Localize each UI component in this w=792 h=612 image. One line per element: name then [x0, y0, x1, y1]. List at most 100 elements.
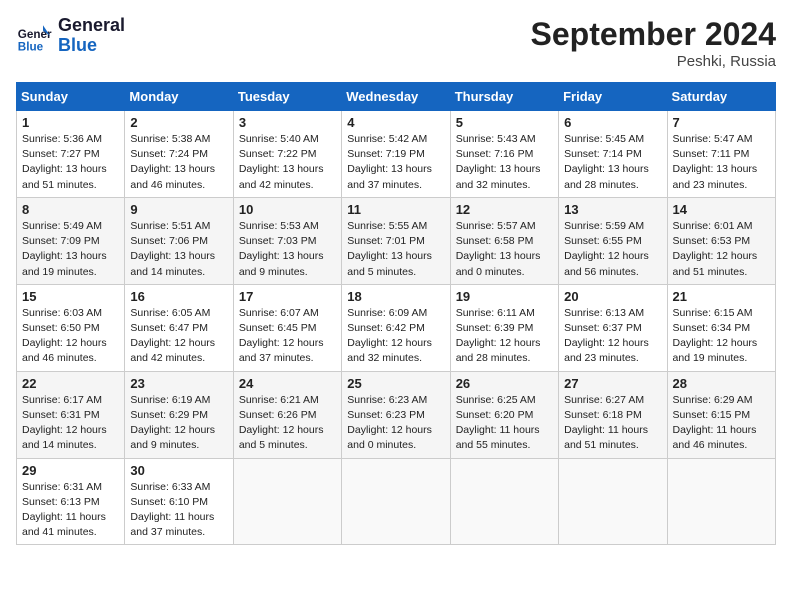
calendar-day-7: 7Sunrise: 5:47 AM Sunset: 7:11 PM Daylig… — [667, 111, 775, 198]
calendar-day-5: 5 Sunrise: 5:43 AM Sunset: 7:16 PM Daylig… — [450, 111, 558, 198]
day-number: 28 — [673, 376, 770, 391]
calendar-day-24: 24 Sunrise: 6:21 AM Sunset: 6:26 PM Dayli… — [233, 371, 341, 458]
calendar-day-30: 30 Sunrise: 6:33 AM Sunset: 6:10 PM Dayli… — [125, 458, 233, 545]
calendar-empty-cell — [342, 458, 450, 545]
calendar-day-10: 10 Sunrise: 5:53 AM Sunset: 7:03 PM Dayli… — [233, 197, 341, 284]
calendar-day-25: 25Sunrise: 6:23 AM Sunset: 6:23 PM Dayli… — [342, 371, 450, 458]
weekday-header-row: SundayMondayTuesdayWednesdayThursdayFrid… — [17, 83, 776, 111]
day-number: 3 — [239, 115, 336, 130]
weekday-header-saturday: Saturday — [667, 83, 775, 111]
day-info: Sunrise: 5:36 AM Sunset: 7:27 PM Dayligh… — [22, 132, 119, 193]
day-info: Sunrise: 5:49 AM Sunset: 7:09 PM Dayligh… — [22, 219, 119, 280]
day-number: 18 — [347, 289, 444, 304]
calendar-day-6: 6Sunrise: 5:45 AM Sunset: 7:14 PM Daylig… — [559, 111, 667, 198]
calendar-day-9: 9Sunrise: 5:51 AM Sunset: 7:06 PM Daylig… — [125, 197, 233, 284]
day-number: 8 — [22, 202, 119, 217]
day-number: 12 — [456, 202, 553, 217]
day-info: Sunrise: 6:11 AM Sunset: 6:39 PM Dayligh… — [456, 306, 553, 367]
day-number: 19 — [456, 289, 553, 304]
logo-icon: General Blue — [16, 18, 52, 54]
calendar-day-15: 15 Sunrise: 6:03 AM Sunset: 6:50 PM Dayli… — [17, 284, 125, 371]
weekday-header-friday: Friday — [559, 83, 667, 111]
day-info: Sunrise: 6:27 AM Sunset: 6:18 PM Dayligh… — [564, 393, 661, 454]
day-number: 20 — [564, 289, 661, 304]
calendar-day-21: 21Sunrise: 6:15 AM Sunset: 6:34 PM Dayli… — [667, 284, 775, 371]
calendar-week-row: 15 Sunrise: 6:03 AM Sunset: 6:50 PM Dayli… — [17, 284, 776, 371]
weekday-header-monday: Monday — [125, 83, 233, 111]
day-number: 13 — [564, 202, 661, 217]
title-block: September 2024 Peshki, Russia — [531, 16, 776, 70]
weekday-header-wednesday: Wednesday — [342, 83, 450, 111]
day-number: 16 — [130, 289, 227, 304]
day-info: Sunrise: 6:21 AM Sunset: 6:26 PM Dayligh… — [239, 393, 336, 454]
calendar-day-8: 8 Sunrise: 5:49 AM Sunset: 7:09 PM Daylig… — [17, 197, 125, 284]
page-header: General Blue General Blue September 2024… — [16, 16, 776, 70]
calendar-week-row: 29 Sunrise: 6:31 AM Sunset: 6:13 PM Dayli… — [17, 458, 776, 545]
weekday-header-tuesday: Tuesday — [233, 83, 341, 111]
day-info: Sunrise: 6:33 AM Sunset: 6:10 PM Dayligh… — [130, 480, 227, 541]
day-number: 17 — [239, 289, 336, 304]
calendar-empty-cell — [450, 458, 558, 545]
calendar-week-row: 1Sunrise: 5:36 AM Sunset: 7:27 PM Daylig… — [17, 111, 776, 198]
day-info: Sunrise: 5:40 AM Sunset: 7:22 PM Dayligh… — [239, 132, 336, 193]
day-number: 22 — [22, 376, 119, 391]
day-number: 2 — [130, 115, 227, 130]
day-info: Sunrise: 5:51 AM Sunset: 7:06 PM Dayligh… — [130, 219, 227, 280]
day-info: Sunrise: 6:09 AM Sunset: 6:42 PM Dayligh… — [347, 306, 444, 367]
day-info: Sunrise: 6:03 AM Sunset: 6:50 PM Dayligh… — [22, 306, 119, 367]
day-info: Sunrise: 6:15 AM Sunset: 6:34 PM Dayligh… — [673, 306, 770, 367]
day-number: 7 — [673, 115, 770, 130]
calendar-empty-cell — [559, 458, 667, 545]
calendar-day-13: 13Sunrise: 5:59 AM Sunset: 6:55 PM Dayli… — [559, 197, 667, 284]
day-info: Sunrise: 6:17 AM Sunset: 6:31 PM Dayligh… — [22, 393, 119, 454]
calendar-day-1: 1Sunrise: 5:36 AM Sunset: 7:27 PM Daylig… — [17, 111, 125, 198]
day-number: 26 — [456, 376, 553, 391]
weekday-header-thursday: Thursday — [450, 83, 558, 111]
logo-text-blue: Blue — [58, 36, 125, 56]
day-info: Sunrise: 6:13 AM Sunset: 6:37 PM Dayligh… — [564, 306, 661, 367]
svg-text:General: General — [18, 28, 52, 41]
day-info: Sunrise: 5:38 AM Sunset: 7:24 PM Dayligh… — [130, 132, 227, 193]
calendar-day-11: 11 Sunrise: 5:55 AM Sunset: 7:01 PM Dayli… — [342, 197, 450, 284]
day-info: Sunrise: 6:05 AM Sunset: 6:47 PM Dayligh… — [130, 306, 227, 367]
day-number: 15 — [22, 289, 119, 304]
day-info: Sunrise: 6:19 AM Sunset: 6:29 PM Dayligh… — [130, 393, 227, 454]
day-number: 24 — [239, 376, 336, 391]
calendar-empty-cell — [667, 458, 775, 545]
day-info: Sunrise: 6:31 AM Sunset: 6:13 PM Dayligh… — [22, 480, 119, 541]
day-info: Sunrise: 6:07 AM Sunset: 6:45 PM Dayligh… — [239, 306, 336, 367]
svg-text:Blue: Blue — [18, 40, 44, 53]
day-number: 5 — [456, 115, 553, 130]
calendar-day-17: 17 Sunrise: 6:07 AM Sunset: 6:45 PM Dayli… — [233, 284, 341, 371]
calendar-day-4: 4Sunrise: 5:42 AM Sunset: 7:19 PM Daylig… — [342, 111, 450, 198]
weekday-header-sunday: Sunday — [17, 83, 125, 111]
day-number: 10 — [239, 202, 336, 217]
calendar-empty-cell — [233, 458, 341, 545]
calendar-day-2: 2 Sunrise: 5:38 AM Sunset: 7:24 PM Daylig… — [125, 111, 233, 198]
calendar-day-27: 27 Sunrise: 6:27 AM Sunset: 6:18 PM Dayli… — [559, 371, 667, 458]
calendar-day-16: 16 Sunrise: 6:05 AM Sunset: 6:47 PM Dayli… — [125, 284, 233, 371]
day-info: Sunrise: 5:55 AM Sunset: 7:01 PM Dayligh… — [347, 219, 444, 280]
calendar-day-14: 14 Sunrise: 6:01 AM Sunset: 6:53 PM Dayli… — [667, 197, 775, 284]
day-info: Sunrise: 5:42 AM Sunset: 7:19 PM Dayligh… — [347, 132, 444, 193]
location: Peshki, Russia — [531, 53, 776, 70]
day-number: 23 — [130, 376, 227, 391]
day-info: Sunrise: 6:01 AM Sunset: 6:53 PM Dayligh… — [673, 219, 770, 280]
day-number: 29 — [22, 463, 119, 478]
calendar-day-3: 3 Sunrise: 5:40 AM Sunset: 7:22 PM Daylig… — [233, 111, 341, 198]
day-info: Sunrise: 5:53 AM Sunset: 7:03 PM Dayligh… — [239, 219, 336, 280]
month-title: September 2024 — [531, 16, 776, 53]
calendar-table: SundayMondayTuesdayWednesdayThursdayFrid… — [16, 82, 776, 545]
day-number: 27 — [564, 376, 661, 391]
day-number: 30 — [130, 463, 227, 478]
calendar-day-28: 28Sunrise: 6:29 AM Sunset: 6:15 PM Dayli… — [667, 371, 775, 458]
calendar-day-23: 23 Sunrise: 6:19 AM Sunset: 6:29 PM Dayli… — [125, 371, 233, 458]
day-number: 11 — [347, 202, 444, 217]
day-number: 14 — [673, 202, 770, 217]
calendar-week-row: 22 Sunrise: 6:17 AM Sunset: 6:31 PM Dayli… — [17, 371, 776, 458]
logo-text-general: General — [58, 16, 125, 36]
calendar-day-22: 22 Sunrise: 6:17 AM Sunset: 6:31 PM Dayli… — [17, 371, 125, 458]
day-number: 6 — [564, 115, 661, 130]
day-number: 25 — [347, 376, 444, 391]
day-info: Sunrise: 5:43 AM Sunset: 7:16 PM Dayligh… — [456, 132, 553, 193]
